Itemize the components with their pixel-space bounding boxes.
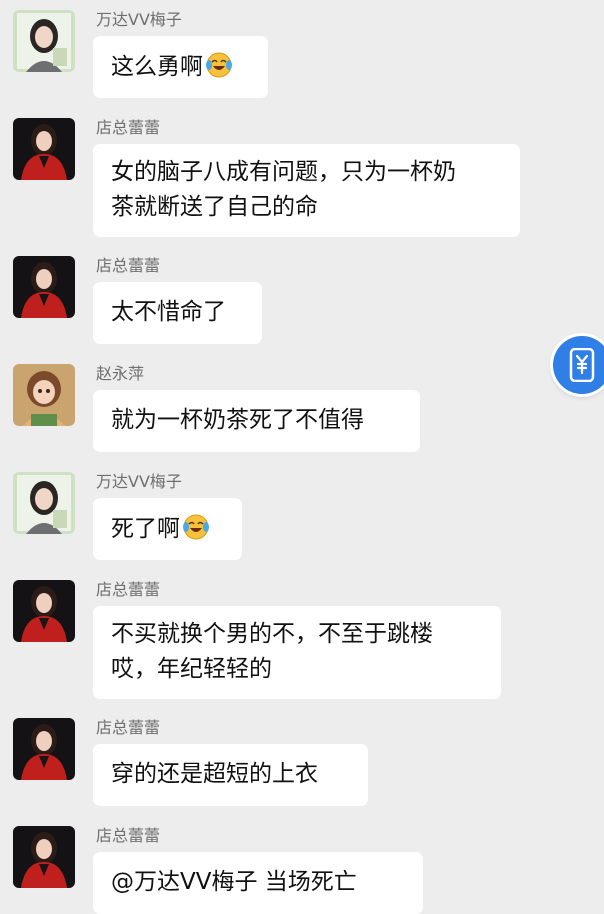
sender-name: 店总蕾蕾 [96, 826, 161, 845]
avatar[interactable] [13, 580, 75, 642]
message-text: @万达VV梅子 当场死亡 [111, 869, 357, 895]
avatar[interactable] [13, 118, 75, 180]
woman-red-jacket-portrait-icon [13, 580, 75, 642]
message-text: 这么勇啊 [111, 54, 203, 80]
chat-message-list[interactable]: 万达VV梅子 这么勇啊 店总蕾蕾 女的脑子八成有问题，只为一杯奶 茶就断送了自己… [0, 0, 604, 914]
sender-name: 万达VV梅子 [96, 10, 182, 29]
sender-name: 店总蕾蕾 [96, 580, 161, 599]
avatar[interactable] [13, 472, 75, 534]
floating-pay-button[interactable] [553, 336, 604, 394]
message-text: 茶就断送了自己的命 [111, 194, 318, 220]
message-bubble[interactable]: @万达VV梅子 当场死亡 [93, 852, 423, 914]
cartoon-girl-portrait-icon [13, 364, 75, 426]
woman-portrait-light-frame-icon [13, 10, 75, 72]
sender-name: 店总蕾蕾 [96, 256, 161, 275]
message-text: 就为一杯奶茶死了不值得 [111, 407, 364, 433]
message-text: 女的脑子八成有问题，只为一杯奶 [111, 159, 456, 185]
message-text: 太不惜命了 [111, 299, 226, 325]
avatar[interactable] [13, 364, 75, 426]
message-text: 不买就换个男的不，不至于跳楼 [111, 621, 433, 647]
message-bubble[interactable]: 太不惜命了 [93, 282, 262, 344]
laugh-cry-emoji-icon [206, 52, 232, 78]
message-bubble[interactable]: 不买就换个男的不，不至于跳楼 哎，年纪轻轻的 [93, 606, 501, 699]
woman-red-jacket-portrait-icon [13, 118, 75, 180]
woman-portrait-light-frame-icon [13, 472, 75, 534]
sender-name: 店总蕾蕾 [96, 718, 161, 737]
message-bubble[interactable]: 就为一杯奶茶死了不值得 [93, 390, 420, 452]
message-text: 哎，年纪轻轻的 [111, 656, 272, 682]
laugh-cry-emoji-icon [183, 514, 209, 540]
message-text: 穿的还是超短的上衣 [111, 761, 318, 787]
woman-red-jacket-portrait-icon [13, 718, 75, 780]
message-bubble[interactable]: 死了啊 [93, 498, 242, 560]
message-bubble[interactable]: 这么勇啊 [93, 36, 268, 98]
message-bubble[interactable]: 女的脑子八成有问题，只为一杯奶 茶就断送了自己的命 [93, 144, 520, 237]
avatar[interactable] [13, 256, 75, 318]
phone-yuan-icon [569, 348, 595, 382]
sender-name: 赵永萍 [96, 364, 145, 383]
message-text: 死了啊 [111, 516, 180, 542]
sender-name: 店总蕾蕾 [96, 118, 161, 137]
message-bubble[interactable]: 穿的还是超短的上衣 [93, 744, 368, 806]
woman-red-jacket-portrait-icon [13, 826, 75, 888]
woman-red-jacket-portrait-icon [13, 256, 75, 318]
avatar[interactable] [13, 718, 75, 780]
avatar[interactable] [13, 826, 75, 888]
sender-name: 万达VV梅子 [96, 472, 182, 491]
avatar[interactable] [13, 10, 75, 72]
